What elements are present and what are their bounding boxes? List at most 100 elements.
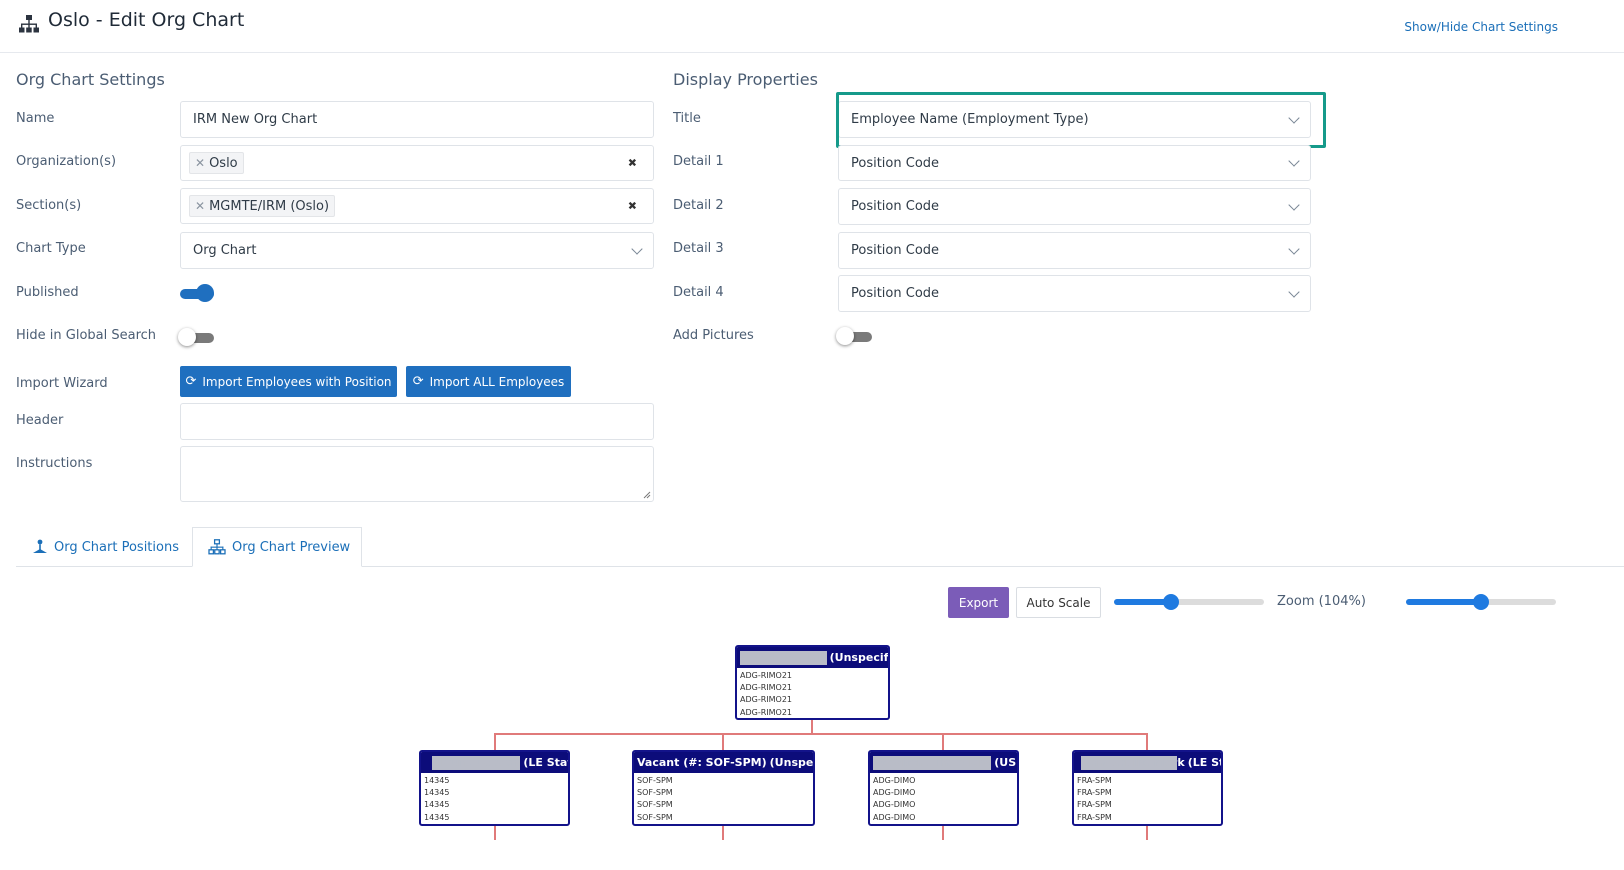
detail1-value: Position Code	[851, 155, 940, 171]
name-input[interactable]: IRM New Org Chart	[180, 101, 654, 138]
node-detail: SOF-SPM	[637, 776, 673, 785]
connector-line	[942, 826, 944, 840]
employment-type: (USDH)	[994, 756, 1017, 769]
import-with-position-button[interactable]: ⟳ Import Employees with Position	[180, 366, 397, 397]
hide-search-label: Hide in Global Search	[16, 328, 157, 343]
chevron-down-icon	[631, 242, 643, 255]
tab-org-chart-preview-label: Org Chart Preview	[232, 539, 351, 555]
chart-type-select[interactable]: Org Chart	[180, 232, 654, 269]
detail2-select[interactable]: Position Code	[838, 188, 1311, 225]
employment-type: (LE Staff)	[523, 756, 568, 769]
published-label: Published	[16, 285, 79, 300]
import-all-label: Import ALL Employees	[429, 374, 565, 389]
zoom-slider-fill	[1406, 599, 1481, 605]
redacted-name: Vanderbilt, Mar	[1081, 755, 1178, 770]
title-label: Title	[673, 111, 701, 126]
connector-line	[494, 733, 496, 751]
refresh-icon: ⟳	[185, 374, 197, 389]
clear-organizations-icon[interactable]: ✖	[628, 157, 637, 170]
node-detail: ADG-RIMO21	[740, 695, 793, 705]
scale-slider[interactable]	[1114, 594, 1264, 610]
instructions-label: Instructions	[16, 456, 93, 471]
org-node-root[interactable]: Tsvetl, Sophia (Unspecified) ADG-RIMO21 …	[735, 645, 890, 720]
node-detail: FRA-SPM	[1077, 776, 1112, 785]
zoom-slider-thumb[interactable]	[1473, 594, 1489, 610]
connector-line	[722, 733, 724, 751]
node-detail: ADG-RIMO21	[740, 707, 793, 717]
connector-line	[1146, 826, 1148, 840]
header-input[interactable]	[180, 403, 654, 440]
detail2-value: Position Code	[851, 199, 940, 214]
tab-org-chart-positions-label: Org Chart Positions	[54, 539, 179, 555]
sections-label: Section(s)	[16, 198, 82, 213]
resize-handle-icon[interactable]	[643, 491, 651, 499]
org-node[interactable]: Aloufi, Dorvan (LE Staff) 14345 14345 14…	[419, 750, 570, 826]
detail4-select[interactable]: Position Code	[838, 275, 1311, 312]
organizations-label: Organization(s)	[16, 154, 117, 169]
show-hide-settings-link[interactable]: Show/Hide Chart Settings	[1404, 20, 1558, 34]
scale-slider-thumb[interactable]	[1163, 594, 1179, 610]
instructions-textarea[interactable]	[180, 446, 654, 502]
node-detail: SOF-SPM	[637, 788, 673, 798]
toggle-knob	[196, 284, 214, 302]
chevron-down-icon	[1288, 285, 1300, 298]
node-detail: FRA-SPM	[1077, 812, 1112, 822]
auto-scale-button[interactable]: Auto Scale	[1016, 587, 1101, 618]
connector-line	[494, 826, 496, 840]
node-detail: ADG-DIMO	[873, 800, 916, 810]
node-detail: 14345	[424, 800, 450, 810]
hide-search-toggle[interactable]	[178, 328, 214, 346]
import-all-button[interactable]: ⟳ Import ALL Employees	[406, 366, 571, 397]
node-detail: SOF-SPM	[637, 812, 673, 822]
published-toggle[interactable]	[180, 284, 214, 302]
import-wizard-label: Import Wizard	[16, 376, 108, 391]
zoom-label: Zoom (104%)	[1277, 594, 1366, 609]
org-node[interactable]: Ettwitch, Theodore (USDH) ADG-DIMO ADG-D…	[868, 750, 1019, 826]
position-name: Vacant (#: SOF-SPM)	[637, 756, 767, 769]
redacted-name: Ettwitch, Theodore	[873, 755, 992, 770]
name-label: Name	[16, 111, 55, 126]
tab-org-chart-preview[interactable]: Org Chart Preview	[192, 527, 362, 567]
employment-type: (LE Staff)	[1187, 756, 1221, 769]
remove-chip-icon[interactable]: ✕	[195, 156, 205, 170]
org-node[interactable]: Vanderbilt, Mark (LE Staff) FRA-SPM FRA-…	[1072, 750, 1223, 826]
export-button[interactable]: Export	[948, 587, 1009, 618]
org-node-header: Tsvetl, Sophia (Unspecified)	[737, 647, 888, 668]
node-detail: FRA-SPM	[1077, 788, 1112, 798]
org-chart-settings-title: Org Chart Settings	[16, 70, 165, 89]
detail1-select[interactable]: Position Code	[838, 145, 1311, 181]
org-node[interactable]: Vacant (#: SOF-SPM) (Unspecified) SOF-SP…	[632, 750, 815, 826]
toggle-knob	[836, 327, 854, 345]
redacted-name: Aloufi, Dorvan	[432, 755, 521, 770]
remove-chip-icon[interactable]: ✕	[195, 199, 205, 213]
chevron-down-icon	[1288, 155, 1300, 167]
clear-sections-icon[interactable]: ✖	[628, 200, 637, 213]
tab-org-chart-positions[interactable]: Org Chart Positions	[16, 528, 192, 566]
connector-line	[722, 826, 724, 840]
zoom-slider[interactable]	[1406, 594, 1556, 610]
detail4-value: Position Code	[851, 286, 940, 301]
display-properties-title: Display Properties	[673, 70, 818, 89]
organization-chip[interactable]: ✕ Oslo	[189, 152, 244, 174]
connector-line	[942, 733, 944, 751]
title-highlight-box	[836, 92, 1326, 148]
sections-select[interactable]: ✕ MGMTE/IRM (Oslo) ✖	[180, 188, 654, 224]
add-pictures-label: Add Pictures	[673, 328, 754, 343]
node-detail: 14345	[424, 776, 450, 785]
add-pictures-toggle[interactable]	[836, 327, 872, 345]
chart-type-label: Chart Type	[16, 241, 86, 256]
section-chip[interactable]: ✕ MGMTE/IRM (Oslo)	[189, 195, 336, 217]
sitemap-icon	[19, 15, 39, 33]
connector-line	[811, 720, 813, 734]
node-detail: ADG-RIMO21	[740, 671, 793, 680]
name-suffix: k	[1177, 756, 1185, 769]
organization-chip-label: Oslo	[209, 155, 238, 171]
organizations-select[interactable]: ✕ Oslo ✖	[180, 145, 654, 181]
detail3-select[interactable]: Position Code	[838, 232, 1311, 269]
node-detail: ADG-RIMO21	[740, 683, 793, 693]
header-label: Header	[16, 413, 64, 428]
chart-type-value: Org Chart	[193, 243, 257, 258]
page-title: Oslo - Edit Org Chart	[48, 9, 245, 31]
user-position-icon	[33, 539, 47, 553]
employment-type: (Unspecified)	[769, 756, 813, 769]
